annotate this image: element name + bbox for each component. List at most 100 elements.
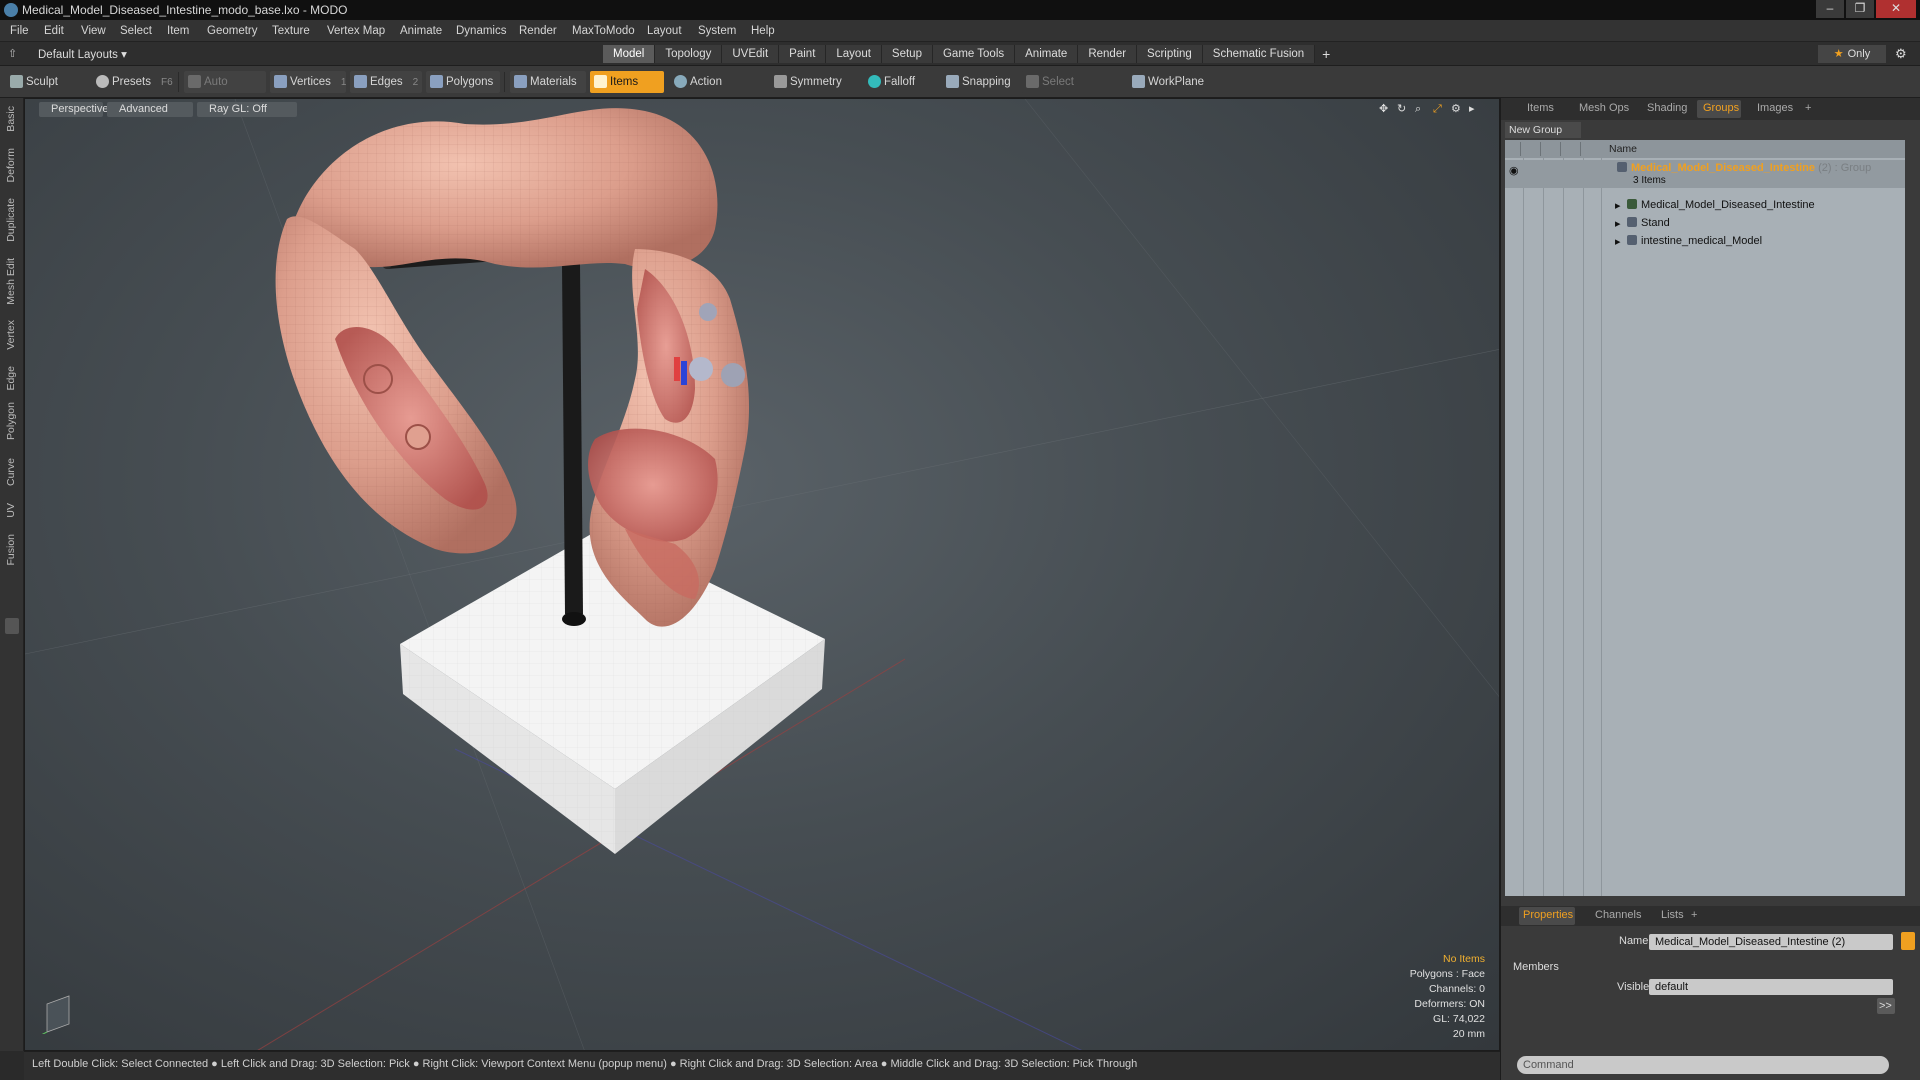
group-row[interactable]: ◉ Medical_Model_Diseased_Intestine (2) :…: [1505, 160, 1905, 188]
menu-maxtomodo[interactable]: MaxToModo: [572, 25, 635, 37]
list-item[interactable]: ▸ Medical_Model_Diseased_Intestine: [1505, 198, 1905, 214]
add-tab-button[interactable]: +: [1315, 45, 1337, 63]
tab-model[interactable]: Model: [603, 45, 656, 63]
symmetry-button[interactable]: Symmetry: [770, 71, 850, 93]
left-tab-mesh-edit[interactable]: Mesh Edit: [5, 258, 17, 305]
select-column-icon[interactable]: [1567, 142, 1581, 156]
rotate-icon[interactable]: ↻: [1397, 103, 1409, 115]
panel-tab-items[interactable]: Items: [1527, 102, 1554, 114]
left-tab-deform[interactable]: Deform: [5, 148, 17, 182]
pan-icon[interactable]: ✥: [1379, 103, 1391, 115]
list-item[interactable]: ▸ intestine_medical_Model: [1505, 234, 1905, 250]
tab-render[interactable]: Render: [1078, 45, 1138, 63]
gear-icon[interactable]: ⚙: [1895, 46, 1907, 62]
shading-mode-dropdown[interactable]: Advanced: [107, 102, 193, 117]
tab-topology[interactable]: Topology: [655, 45, 723, 63]
props-tab-properties[interactable]: Properties: [1523, 909, 1573, 921]
tab-animate[interactable]: Animate: [1015, 45, 1079, 63]
more-button[interactable]: >>: [1877, 998, 1895, 1014]
viewport-menu-arrow-icon[interactable]: ▸: [1469, 103, 1481, 115]
panel-tab-add[interactable]: +: [1805, 102, 1811, 114]
menu-file[interactable]: File: [10, 25, 29, 37]
expand-arrow-icon[interactable]: ▸: [1615, 235, 1621, 248]
menu-layout[interactable]: Layout: [647, 25, 682, 37]
tab-paint[interactable]: Paint: [779, 45, 827, 63]
expand-arrow-icon[interactable]: ▸: [1615, 217, 1621, 230]
tab-schematic-fusion[interactable]: Schematic Fusion: [1202, 45, 1316, 63]
props-tab-add[interactable]: +: [1691, 909, 1697, 921]
items-button[interactable]: Items: [590, 71, 664, 93]
lock-column-icon[interactable]: [1547, 142, 1561, 156]
tab-scripting[interactable]: Scripting: [1137, 45, 1203, 63]
tab-setup[interactable]: Setup: [881, 45, 933, 63]
panel-tab-mesh-ops[interactable]: Mesh Ops: [1579, 102, 1629, 114]
tab-game-tools[interactable]: Game Tools: [932, 45, 1016, 63]
layouts-icon[interactable]: ⇧: [8, 47, 20, 60]
sculpt-button[interactable]: Sculpt: [6, 71, 86, 93]
left-tab-edge[interactable]: Edge: [5, 366, 17, 391]
view-mode-dropdown[interactable]: Perspective: [39, 102, 108, 117]
select-through-button[interactable]: Select Through: [1022, 71, 1122, 110]
workplane-button[interactable]: WorkPlane: [1128, 71, 1210, 93]
falloff-button[interactable]: Falloff: [864, 71, 934, 93]
left-tab-uv[interactable]: UV: [5, 503, 17, 518]
menu-item[interactable]: Item: [167, 25, 189, 37]
menu-help[interactable]: Help: [751, 25, 775, 37]
expand-arrow-icon[interactable]: ▸: [1615, 199, 1621, 212]
edges-button[interactable]: Edges 2: [350, 71, 422, 93]
left-tab-polygon[interactable]: Polygon: [5, 402, 17, 440]
menu-texture[interactable]: Texture: [272, 25, 310, 37]
panel-tab-images[interactable]: Images: [1757, 102, 1793, 114]
raygl-toggle[interactable]: Ray GL: Off: [197, 102, 297, 117]
menu-system[interactable]: System: [698, 25, 736, 37]
visible-dropdown[interactable]: default: [1649, 979, 1893, 995]
eye-icon[interactable]: ◉: [1509, 164, 1519, 177]
fit-icon[interactable]: ⤢: [1433, 103, 1445, 115]
menu-geometry[interactable]: Geometry: [207, 25, 258, 37]
panel-tab-shading[interactable]: Shading: [1647, 102, 1687, 114]
zoom-icon[interactable]: ⌕: [1415, 103, 1427, 115]
viewport-scene: [25, 99, 1499, 1050]
left-tab-curve[interactable]: Curve: [5, 458, 17, 486]
tab-uvedit[interactable]: UVEdit: [722, 45, 780, 63]
left-tab-basic[interactable]: Basic: [5, 106, 17, 132]
name-column-header[interactable]: Name: [1609, 143, 1637, 155]
left-tab-vertex[interactable]: Vertex: [5, 320, 17, 350]
menu-animate[interactable]: Animate: [400, 25, 442, 37]
render-column-icon[interactable]: [1527, 142, 1541, 156]
viewport-settings-icon[interactable]: ⚙: [1451, 103, 1463, 115]
close-button[interactable]: ✕: [1876, 0, 1916, 18]
new-group-button[interactable]: New Group: [1505, 122, 1581, 138]
polygons-button[interactable]: Polygons: [426, 71, 500, 93]
snapping-button[interactable]: Snapping: [942, 71, 1024, 93]
materials-button[interactable]: Materials: [510, 71, 586, 93]
layouts-dropdown[interactable]: Default Layouts ▾: [38, 47, 127, 61]
maximize-button[interactable]: ❐: [1846, 0, 1874, 18]
tab-layout[interactable]: Layout: [826, 45, 882, 63]
vertices-button[interactable]: Vertices 1: [270, 71, 346, 93]
props-tab-lists[interactable]: Lists: [1661, 909, 1684, 921]
menu-view[interactable]: View: [81, 25, 106, 37]
visibility-column-icon[interactable]: [1507, 142, 1521, 156]
name-field[interactable]: Medical_Model_Diseased_Intestine (2): [1649, 934, 1893, 950]
menu-render[interactable]: Render: [519, 25, 557, 37]
panel-tab-groups[interactable]: Groups: [1703, 102, 1739, 114]
command-input[interactable]: Command: [1517, 1056, 1889, 1074]
column-divider: [1523, 158, 1524, 896]
menu-vertex-map[interactable]: Vertex Map: [327, 25, 385, 37]
menu-select[interactable]: Select: [120, 25, 152, 37]
only-toggle[interactable]: ★ Only: [1818, 45, 1886, 63]
menu-edit[interactable]: Edit: [44, 25, 64, 37]
auto-select-button[interactable]: Auto Select: [184, 71, 266, 110]
3d-viewport[interactable]: Perspective Advanced Ray GL: Off ✥ ↻ ⌕ ⤢…: [24, 98, 1500, 1051]
props-tab-channels[interactable]: Channels: [1595, 909, 1641, 921]
left-tab-fusion[interactable]: Fusion: [5, 534, 17, 566]
action-center-button[interactable]: Action Center: [670, 71, 764, 110]
minimize-button[interactable]: –: [1816, 0, 1844, 18]
presets-button[interactable]: Presets F6: [92, 71, 173, 93]
panel-toggle-icon[interactable]: [5, 618, 19, 634]
list-item[interactable]: ▸ Stand: [1505, 216, 1905, 232]
left-tab-duplicate[interactable]: Duplicate: [5, 198, 17, 242]
menu-dynamics[interactable]: Dynamics: [456, 25, 506, 37]
side-menu-button[interactable]: [1901, 932, 1915, 950]
